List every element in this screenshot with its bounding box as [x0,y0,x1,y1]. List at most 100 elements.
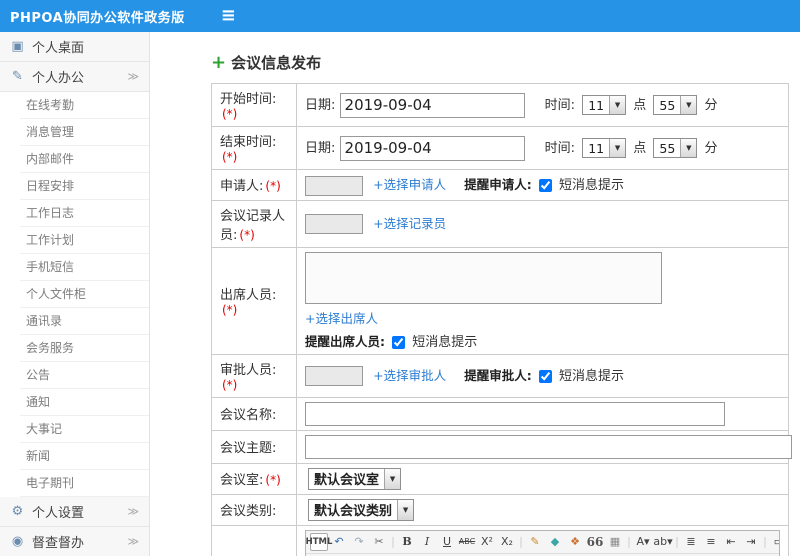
sidebar-item-schedule[interactable]: 日程安排 [20,173,149,200]
sms-hint-label: 短消息提示 [559,368,625,384]
form-row-start-time: 开始时间:(*) 日期: 时间: 11 ▼ 点 55 ▼ 分 [211,83,789,127]
recorder-input[interactable] [305,214,363,235]
sidebar-item-personal-file-cabinet[interactable]: 个人文件柜 [20,281,149,308]
field-label: 会议主题: [220,441,277,456]
bullet-list-button[interactable]: ≡ [702,533,720,551]
field-label-cell [211,524,297,556]
eye-icon: ◉ [11,534,24,549]
end-date-input[interactable] [339,135,525,161]
cut-icon[interactable]: ✂ [370,533,388,551]
field-label-cell: 会议记录人员: (*) [211,199,297,248]
sms-hint-label: 短消息提示 [559,178,625,193]
sidebar-section-office[interactable]: ✎ 个人办公 ≫ [0,62,149,92]
toolbar-separator: | [627,535,631,548]
sidebar-item-notice[interactable]: 通知 [20,389,149,416]
sidebar-item-e-journal[interactable]: 电子期刊 [20,470,149,497]
approver-sms-checkbox[interactable] [538,369,552,383]
minute-unit-label: 分 [704,97,718,113]
format-painter-icon[interactable]: ❖ [566,533,584,551]
strikethrough-button[interactable]: ABC [458,533,476,551]
sidebar-item-news[interactable]: 新闻 [20,443,149,470]
sidebar-item-mobile-sms[interactable]: 手机短信 [20,254,149,281]
field-label: 结束时间: [220,135,277,150]
sidebar-item-internal-mail[interactable]: 内部邮件 [20,146,149,173]
subscript-button[interactable]: X₂ [498,533,516,551]
dropdown-arrow-icon: ▼ [680,139,697,157]
meeting-category-value: 默认会议类别 [314,504,393,519]
meeting-name-input[interactable] [305,401,725,426]
form-row-meeting-subject: 会议主题: [211,429,792,464]
redo-icon[interactable]: ↷ [350,533,368,551]
superscript-button[interactable]: X² [478,533,496,551]
sidebar-item-announcement[interactable]: 公告 [20,362,149,389]
highlight-color-button[interactable]: ab▾ [653,533,672,551]
form-row-applicant: 申请人: (*) +选择申请人 提醒申请人: 短消息提示 [211,169,789,201]
sidebar-item-meeting-service[interactable]: 会务服务 [20,335,149,362]
form-row-attendees: 出席人员:(*) +选择出席人 提醒出席人员: 短消息提示 [211,246,789,355]
start-minute-value: 55 [659,97,676,113]
sidebar-section-settings[interactable]: ⚙ 个人设置 ≫ [0,497,149,527]
sidebar-item-attendance[interactable]: 在线考勤 [20,92,149,119]
applicant-input[interactable] [305,175,363,196]
outdent-button[interactable]: ⇤ [722,533,740,551]
approver-input[interactable] [305,366,363,387]
start-minute-select[interactable]: 55 ▼ [653,95,698,115]
meeting-subject-input[interactable] [305,434,792,459]
indent-button[interactable]: ⇥ [742,533,760,551]
attendees-sms-checkbox[interactable] [392,335,406,349]
eraser-icon[interactable]: ◆ [546,533,564,551]
page-break-button[interactable]: ▭ [770,533,779,551]
minute-unit-label: 分 [704,140,718,156]
sidebar-item-message-management[interactable]: 消息管理 [20,119,149,146]
sidebar-item-work-plan[interactable]: 工作计划 [20,227,149,254]
sidebar-section-label: 个人桌面 [32,41,85,56]
font-color-button[interactable]: A▾ [634,533,652,551]
remind-attendees-label: 提醒出席人员: [305,333,385,349]
start-date-input[interactable] [339,92,525,118]
chevron-icon: ≫ [127,70,139,83]
numbered-list-button[interactable]: ≣ [682,533,700,551]
start-hour-value: 11 [588,97,605,113]
pencil-icon[interactable]: ✎ [526,533,544,551]
remind-approver-label: 提醒审批人: [464,367,532,383]
field-label: 会议室: [220,473,264,488]
underline-button[interactable]: U [438,533,456,551]
rich-text-editor: HTML↶↷✂|BIUABCX²X₂|✎◆❖66▦|A▾ab▾|≣≡⇤⇥|▭⊞ … [305,529,780,556]
chevron-icon: ≫ [127,535,139,548]
italic-button[interactable]: I [418,533,436,551]
hamburger-menu-icon[interactable]: ≡ [221,7,236,25]
bold-button[interactable]: B [398,533,416,551]
field-label-cell: 结束时间:(*) [211,126,297,170]
date-label: 日期: [305,140,336,156]
toolbar-separator: | [675,535,679,548]
sidebar-item-contacts[interactable]: 通讯录 [20,308,149,335]
choose-attendees-link[interactable]: +选择出席人 [305,311,378,326]
blockquote-button[interactable]: 66 [586,533,604,551]
field-label-cell: 会议主题: [211,429,297,464]
sidebar-item-major-events[interactable]: 大事记 [20,416,149,443]
end-minute-select[interactable]: 55 ▼ [653,138,698,158]
meeting-category-select[interactable]: 默认会议类别 ▼ [308,498,415,521]
field-label-cell: 审批人员:(*) [211,353,297,398]
meeting-room-select[interactable]: 默认会议室 ▼ [308,467,402,490]
choose-approver-link[interactable]: +选择审批人 [373,368,446,383]
sidebar-section-desktop[interactable]: ▣ 个人桌面 [0,32,149,62]
chevron-icon: ≫ [127,505,139,518]
undo-icon[interactable]: ↶ [330,533,348,551]
attendees-textarea[interactable] [305,251,662,304]
html-source-button[interactable]: HTML [306,532,332,551]
applicant-sms-checkbox[interactable] [538,179,552,192]
dropdown-arrow-icon: ▼ [397,499,414,520]
sidebar-item-work-log[interactable]: 工作日志 [20,200,149,227]
meeting-form-table: 开始时间:(*) 日期: 时间: 11 ▼ 点 55 ▼ 分 结 [211,83,792,556]
sidebar-section-supervision[interactable]: ◉ 督查督办 ≫ [0,527,149,556]
sidebar-section-label: 个人办公 [32,71,85,86]
start-hour-select[interactable]: 11 ▼ [582,95,627,115]
insert-date-icon[interactable]: ▦ [606,533,624,551]
app-title: PHPOA协同办公软件政务版 [10,10,185,26]
plus-icon: + [211,51,227,73]
choose-recorder-link[interactable]: +选择记录员 [373,216,446,231]
choose-applicant-link[interactable]: +选择申请人 [373,177,446,192]
page-title-text: 会议信息发布 [231,54,322,72]
end-hour-select[interactable]: 11 ▼ [582,138,627,158]
